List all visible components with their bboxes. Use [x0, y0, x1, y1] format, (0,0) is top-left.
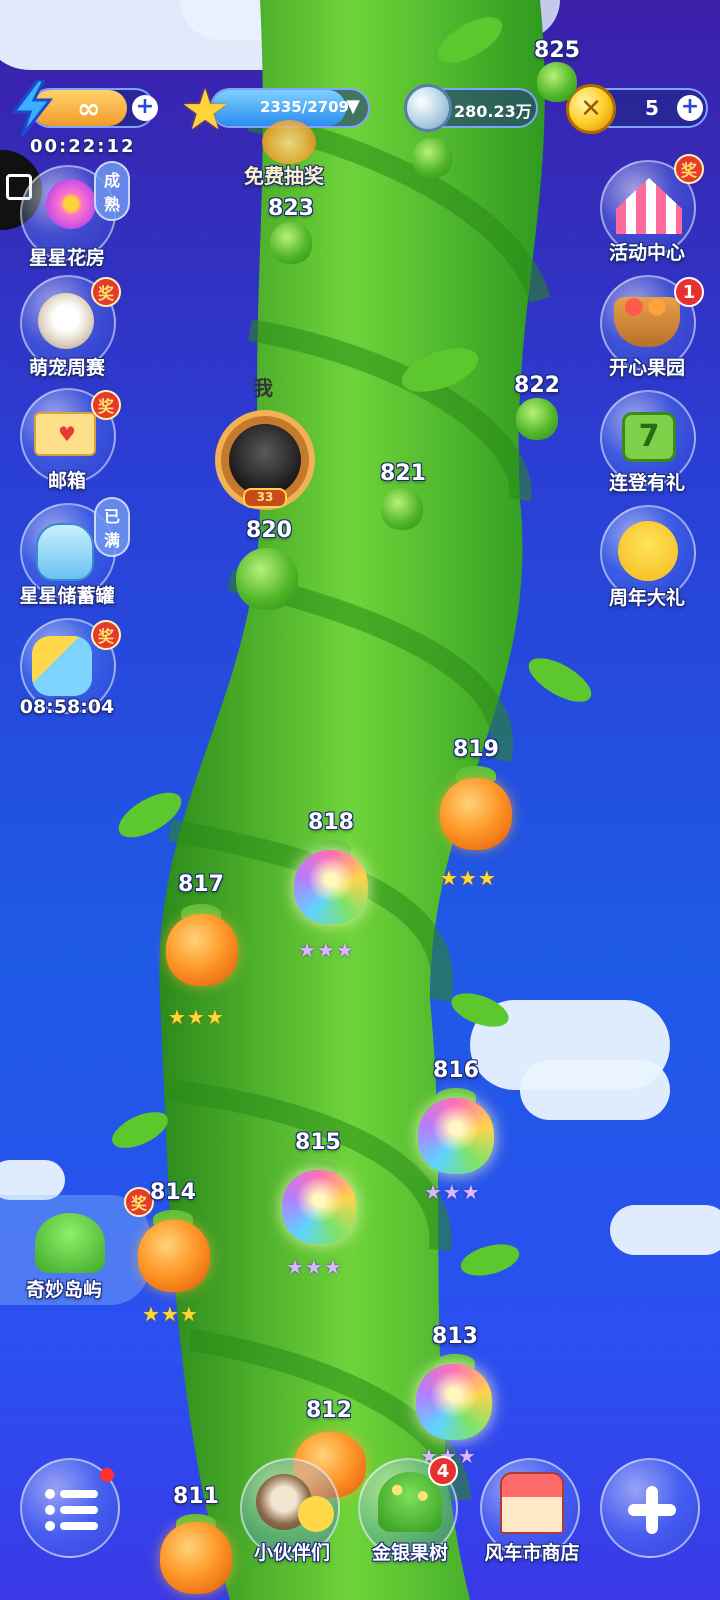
level-fruit	[282, 1170, 356, 1244]
mature-badge: 成熟	[94, 161, 131, 221]
money-tree-label: 金银果树	[371, 1542, 448, 1564]
level-number: 825	[534, 38, 580, 63]
envelope-icon: ♥	[34, 412, 96, 456]
chick-gift-icon	[618, 521, 678, 581]
star-piggy-bank-button[interactable]: 已满 星星储蓄罐	[2, 497, 131, 613]
level-number: 819	[453, 737, 499, 762]
chevron-down-icon[interactable]: ▼	[346, 96, 360, 117]
full-badge: 已满	[94, 497, 131, 557]
level-fruit	[537, 62, 577, 102]
gold-value: 5	[645, 96, 659, 120]
star-flower-house-label: 星星花房	[28, 247, 105, 269]
reward-badge: 奖	[674, 154, 704, 184]
level-fruit	[516, 398, 558, 440]
piggy-bank-icon	[36, 523, 94, 581]
level-stars: ★★★	[168, 1005, 225, 1029]
level-stars: ★★★	[142, 1302, 199, 1326]
level-stars: ★★★	[286, 1255, 343, 1279]
cat-icon	[38, 293, 94, 349]
star-icon: ★	[180, 78, 231, 143]
menu-button[interactable]	[20, 1458, 120, 1558]
level-fruit	[381, 488, 423, 530]
silver-coin-icon	[404, 84, 452, 132]
wonder-island-label: 奇妙岛屿	[26, 1279, 103, 1301]
level-number: 815	[295, 1130, 341, 1155]
star-piggy-bank-label: 星星储蓄罐	[19, 585, 115, 607]
happy-orchard-label: 开心果园	[608, 357, 685, 379]
calendar-icon: 7	[622, 412, 676, 462]
level-number: 822	[514, 373, 560, 398]
chick-icon	[298, 1496, 334, 1532]
anniversary-gift-label: 周年大礼	[608, 587, 685, 609]
list-icon	[44, 1488, 100, 1532]
mailbox-button[interactable]: ♥ 奖 邮箱	[2, 388, 121, 498]
level-number: 812	[306, 1398, 352, 1423]
level-number: 814	[150, 1180, 196, 1205]
daily-login-gift-label: 连登有礼	[608, 472, 685, 494]
avatar	[229, 424, 301, 496]
happy-orchard-button[interactable]: 1 开心果园	[582, 275, 704, 385]
level-fruit-824[interactable]	[412, 138, 452, 178]
partners-button[interactable]: 小伙伴们	[240, 1458, 340, 1564]
daily-login-gift-button[interactable]: 7 连登有礼	[582, 390, 696, 500]
notification-badge: 4	[428, 1456, 458, 1486]
chick-phone-icon	[32, 636, 92, 696]
level-fruit	[418, 1098, 494, 1174]
level-fruit	[138, 1220, 210, 1292]
level-fruit	[166, 914, 238, 986]
level-fruit	[236, 548, 298, 610]
mailbox-label: 邮箱	[47, 470, 86, 492]
player-level-badge: 33	[243, 488, 287, 508]
lottery-wheel-icon	[262, 120, 316, 164]
flower-icon	[46, 179, 96, 229]
windmill-shop-label: 风车市商店	[484, 1542, 580, 1564]
energy-value: ∞	[77, 92, 101, 125]
level-number: 820	[246, 518, 292, 543]
level-number: 816	[433, 1058, 479, 1083]
level-stars: ★★★	[440, 866, 497, 890]
level-number: 817	[178, 872, 224, 897]
windmill-shop-button[interactable]: 风车市商店	[480, 1458, 580, 1564]
level-fruit	[294, 850, 368, 924]
free-draw-label: 免费抽奖	[244, 164, 324, 188]
island-tree-icon	[35, 1213, 105, 1273]
gold-plus-button[interactable]: +	[677, 95, 703, 121]
energy-plus-button[interactable]: +	[132, 95, 158, 121]
level-fruit	[440, 778, 512, 850]
free-draw-button[interactable]: 免费抽奖	[238, 90, 338, 190]
energy-timer: 00:22:12	[30, 136, 136, 157]
chick-phone-event-button[interactable]: 奖 08:58:04	[2, 618, 121, 728]
wonder-island-button[interactable]: 奖 奇妙岛屿	[0, 1187, 154, 1305]
shop-icon	[500, 1472, 564, 1534]
level-number: 823	[268, 196, 314, 221]
level-stars: ★★★	[424, 1180, 481, 1204]
activity-center-label: 活动中心	[608, 242, 685, 264]
pet-weekly-contest-label: 萌宠周赛	[28, 357, 105, 379]
player-avatar[interactable]: 我 33	[215, 376, 325, 520]
red-dot	[100, 1468, 114, 1482]
anniversary-gift-button[interactable]: 周年大礼	[582, 505, 696, 615]
notification-badge: 1	[674, 277, 704, 307]
level-number: 821	[380, 461, 426, 486]
level-number: 813	[432, 1324, 478, 1349]
star-flower-house-button[interactable]: 成熟 星星花房	[2, 161, 131, 275]
level-fruit	[416, 1364, 492, 1440]
reward-badge: 奖	[91, 620, 121, 650]
plus-icon	[624, 1482, 680, 1538]
silver-value: 280.23万	[454, 102, 532, 121]
level-stars: ★★★	[298, 938, 355, 962]
level-number: 818	[308, 810, 354, 835]
add-button[interactable]	[600, 1458, 700, 1558]
level-number: 811	[173, 1484, 219, 1509]
me-marker: 我	[253, 376, 273, 400]
money-tree-button[interactable]: 4 金银果树	[358, 1456, 458, 1564]
reward-badge: 奖	[91, 390, 121, 420]
lightning-icon	[10, 78, 54, 137]
heart-icon: ♥	[58, 422, 76, 446]
level-fruit	[270, 222, 312, 264]
reward-badge: 奖	[91, 277, 121, 307]
activity-center-button[interactable]: 奖 活动中心	[582, 154, 704, 270]
pet-weekly-contest-button[interactable]: 奖 萌宠周赛	[2, 275, 121, 385]
event-timer: 08:58:04	[19, 696, 115, 718]
